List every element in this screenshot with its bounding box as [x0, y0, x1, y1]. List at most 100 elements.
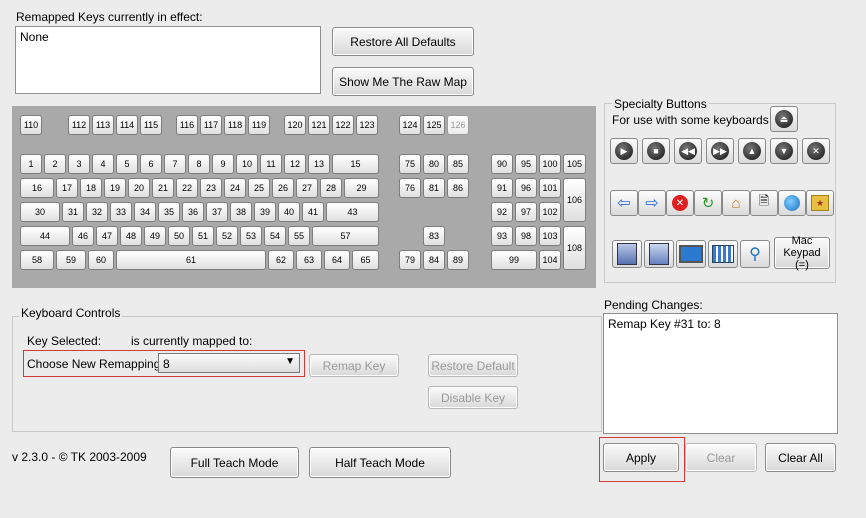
- mac-keypad-button[interactable]: Mac Keypad (=): [774, 235, 830, 271]
- disable-key-button[interactable]: Disable Key: [428, 386, 518, 409]
- show-raw-map-button[interactable]: Show Me The Raw Map: [332, 67, 474, 96]
- key-91[interactable]: 91: [491, 178, 513, 198]
- key-46[interactable]: 46: [72, 226, 94, 246]
- key-35[interactable]: 35: [158, 202, 180, 222]
- key-34[interactable]: 34: [134, 202, 156, 222]
- pending-changes-list[interactable]: Remap Key #31 to: 8: [603, 313, 838, 434]
- key-84[interactable]: 84: [423, 250, 445, 270]
- key-98[interactable]: 98: [515, 226, 537, 246]
- key-58[interactable]: 58: [20, 250, 54, 270]
- key-61[interactable]: 61: [116, 250, 266, 270]
- key-54[interactable]: 54: [264, 226, 286, 246]
- clear-all-button[interactable]: Clear All: [765, 443, 836, 472]
- play-icon[interactable]: ▶: [610, 138, 638, 164]
- key-13[interactable]: 13: [308, 154, 330, 174]
- key-95[interactable]: 95: [515, 154, 537, 174]
- key-126[interactable]: 126: [447, 115, 469, 135]
- key-52[interactable]: 52: [216, 226, 238, 246]
- key-27[interactable]: 27: [296, 178, 318, 198]
- key-108[interactable]: 108: [563, 226, 586, 270]
- key-123[interactable]: 123: [356, 115, 378, 135]
- key-47[interactable]: 47: [96, 226, 118, 246]
- remapping-select[interactable]: 8 ▼: [158, 353, 300, 373]
- key-41[interactable]: 41: [302, 202, 324, 222]
- key-36[interactable]: 36: [182, 202, 204, 222]
- web-globe-icon[interactable]: [778, 190, 806, 216]
- key-115[interactable]: 115: [140, 115, 162, 135]
- volume-up-icon[interactable]: ▲: [738, 138, 766, 164]
- key-93[interactable]: 93: [491, 226, 513, 246]
- key-79[interactable]: 79: [399, 250, 421, 270]
- key-11[interactable]: 11: [260, 154, 282, 174]
- stop-icon[interactable]: ■: [642, 138, 670, 164]
- fast-forward-icon[interactable]: ▶▶: [706, 138, 734, 164]
- key-33[interactable]: 33: [110, 202, 132, 222]
- key-53[interactable]: 53: [240, 226, 262, 246]
- key-40[interactable]: 40: [278, 202, 300, 222]
- key-62[interactable]: 62: [268, 250, 294, 270]
- key-7[interactable]: 7: [164, 154, 186, 174]
- key-60[interactable]: 60: [88, 250, 114, 270]
- key-101[interactable]: 101: [539, 178, 561, 198]
- key-120[interactable]: 120: [284, 115, 306, 135]
- volume-down-icon[interactable]: ▼: [770, 138, 798, 164]
- key-121[interactable]: 121: [308, 115, 330, 135]
- key-12[interactable]: 12: [284, 154, 306, 174]
- key-55[interactable]: 55: [288, 226, 310, 246]
- key-117[interactable]: 117: [200, 115, 222, 135]
- key-104[interactable]: 104: [539, 250, 561, 270]
- key-29[interactable]: 29: [344, 178, 379, 198]
- key-59[interactable]: 59: [56, 250, 86, 270]
- remap-key-button[interactable]: Remap Key: [309, 354, 399, 377]
- back-arrow-icon[interactable]: ⇦: [610, 190, 638, 216]
- key-38[interactable]: 38: [230, 202, 252, 222]
- key-8[interactable]: 8: [188, 154, 210, 174]
- forward-arrow-icon[interactable]: ⇨: [638, 190, 666, 216]
- key-89[interactable]: 89: [447, 250, 469, 270]
- key-81[interactable]: 81: [423, 178, 445, 198]
- key-103[interactable]: 103: [539, 226, 561, 246]
- key-21[interactable]: 21: [152, 178, 174, 198]
- key-122[interactable]: 122: [332, 115, 354, 135]
- key-63[interactable]: 63: [296, 250, 322, 270]
- key-65[interactable]: 65: [352, 250, 379, 270]
- favorites-icon[interactable]: ★: [806, 190, 834, 216]
- key-9[interactable]: 9: [212, 154, 234, 174]
- key-76[interactable]: 76: [399, 178, 421, 198]
- key-30[interactable]: 30: [20, 202, 60, 222]
- key-37[interactable]: 37: [206, 202, 228, 222]
- computer-icon[interactable]: [676, 240, 706, 268]
- eject-icon[interactable]: ⏏: [770, 106, 798, 132]
- key-48[interactable]: 48: [120, 226, 142, 246]
- key-15[interactable]: 15: [332, 154, 379, 174]
- clear-button[interactable]: Clear: [685, 443, 757, 472]
- key-4[interactable]: 4: [92, 154, 114, 174]
- key-31[interactable]: 31: [62, 202, 84, 222]
- key-124[interactable]: 124: [399, 115, 421, 135]
- key-92[interactable]: 92: [491, 202, 513, 222]
- key-24[interactable]: 24: [224, 178, 246, 198]
- key-106[interactable]: 106: [563, 178, 586, 222]
- restore-all-defaults-button[interactable]: Restore All Defaults: [332, 27, 474, 56]
- key-1[interactable]: 1: [20, 154, 42, 174]
- key-18[interactable]: 18: [80, 178, 102, 198]
- key-19[interactable]: 19: [104, 178, 126, 198]
- key-49[interactable]: 49: [144, 226, 166, 246]
- stop-page-icon[interactable]: ✕: [666, 190, 694, 216]
- half-teach-mode-button[interactable]: Half Teach Mode: [309, 447, 451, 478]
- key-125[interactable]: 125: [423, 115, 445, 135]
- key-64[interactable]: 64: [324, 250, 350, 270]
- find-icon[interactable]: ⚲: [740, 240, 770, 268]
- key-102[interactable]: 102: [539, 202, 561, 222]
- key-100[interactable]: 100: [539, 154, 561, 174]
- key-96[interactable]: 96: [515, 178, 537, 198]
- key-86[interactable]: 86: [447, 178, 469, 198]
- key-99[interactable]: 99: [491, 250, 537, 270]
- my-documents-icon[interactable]: [644, 240, 674, 268]
- key-90[interactable]: 90: [491, 154, 513, 174]
- key-23[interactable]: 23: [200, 178, 222, 198]
- key-28[interactable]: 28: [320, 178, 342, 198]
- key-113[interactable]: 113: [92, 115, 114, 135]
- remapped-keys-list[interactable]: None: [15, 26, 321, 94]
- key-112[interactable]: 112: [68, 115, 90, 135]
